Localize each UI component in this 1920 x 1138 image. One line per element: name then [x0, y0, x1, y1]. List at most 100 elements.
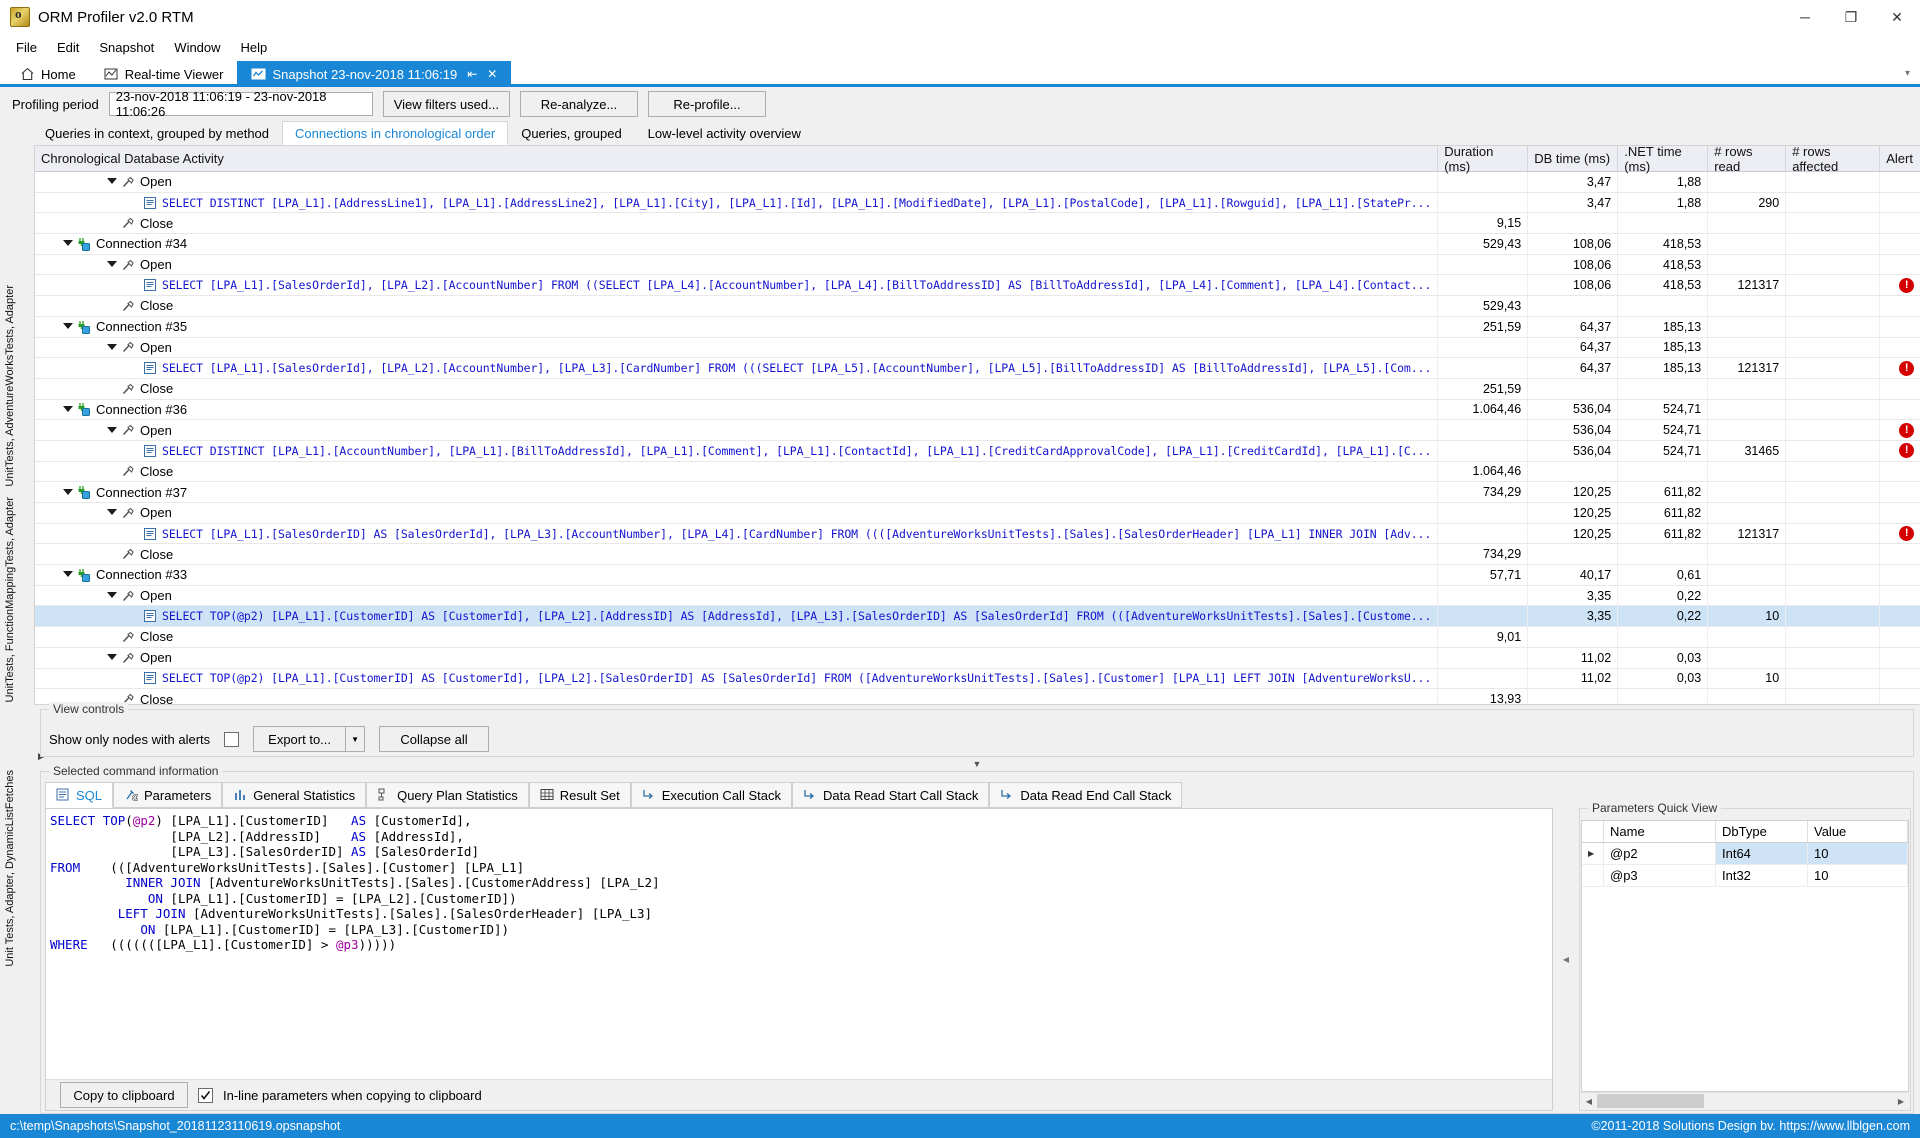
pqv-scroll-right-icon[interactable]: ▶: [1893, 1097, 1909, 1106]
table-row[interactable]: Close 734,29: [35, 544, 1920, 566]
copy-to-clipboard-button[interactable]: Copy to clipboard: [60, 1082, 188, 1108]
table-row[interactable]: SELECT TOP(@p2) [LPA_L1].[CustomerID] AS…: [35, 668, 1920, 690]
expander-icon[interactable]: [63, 488, 73, 497]
table-row[interactable]: Open 536,04 524,71!: [35, 420, 1920, 441]
tab-home[interactable]: Home: [6, 61, 90, 87]
menu-item-file[interactable]: File: [6, 37, 47, 58]
rail-item-functionmappingtests[interactable]: UnitTests, FunctionMappingTests, Adapter: [4, 497, 16, 702]
export-to-button[interactable]: Export to... ▼: [253, 726, 366, 752]
view-filters-used-button[interactable]: View filters used...: [382, 91, 510, 117]
pqv-column-header-value[interactable]: Value: [1808, 821, 1908, 842]
tab-low-level-activity[interactable]: Low-level activity overview: [635, 121, 814, 145]
column-header-rows-read[interactable]: # rows read: [1708, 144, 1787, 174]
expander-icon[interactable]: [107, 508, 117, 517]
expander-icon[interactable]: [63, 405, 73, 414]
expander-icon[interactable]: [107, 260, 117, 269]
menu-item-window[interactable]: Window: [164, 37, 230, 58]
column-header-duration[interactable]: Duration (ms): [1438, 144, 1529, 174]
table-row[interactable]: Connection #36 1.064,46 536,04 524,71: [35, 399, 1920, 421]
table-row[interactable]: SELECT [LPA_L1].[SalesOrderId], [LPA_L2]…: [35, 358, 1920, 379]
alert-icon[interactable]: !: [1899, 443, 1915, 459]
column-header-activity[interactable]: Chronological Database Activity: [35, 146, 1439, 171]
expander-icon[interactable]: [63, 239, 73, 248]
table-row[interactable]: Open 64,37 185,13: [35, 337, 1920, 359]
pqv-row[interactable]: ▶ @p2 Int64 10: [1582, 843, 1908, 865]
inline-parameters-checkbox[interactable]: [198, 1087, 213, 1103]
rail-item-dynamiclistfetches[interactable]: Unit Tests, Adapter, DynamicListFetches: [4, 770, 16, 967]
maximize-icon[interactable]: ❐: [1828, 0, 1874, 34]
alert-icon[interactable]: !: [1899, 526, 1915, 542]
command-info-tab-parameters[interactable]: @ Parameters: [113, 782, 223, 808]
expander-icon[interactable]: [107, 343, 117, 352]
table-row[interactable]: Open 108,06 418,53: [35, 254, 1920, 276]
table-row[interactable]: Close 251,59: [35, 378, 1920, 400]
pqv-scroll-left-icon[interactable]: ◀: [1581, 1097, 1597, 1106]
expander-icon[interactable]: [107, 426, 117, 435]
alert-icon[interactable]: !: [1899, 277, 1915, 293]
expander-icon[interactable]: [107, 591, 117, 600]
show-only-alerts-checkbox[interactable]: [224, 731, 240, 747]
column-header-dbtime[interactable]: DB time (ms): [1528, 146, 1619, 171]
table-row[interactable]: Connection #34 529,43 108,06 418,53: [35, 234, 1920, 255]
close-icon[interactable]: ✕: [1874, 0, 1920, 34]
command-info-tab-query-plan-statistics[interactable]: Query Plan Statistics: [366, 782, 529, 808]
copyright-text[interactable]: ©2011-2018 Solutions Design bv. https://…: [1591, 1119, 1910, 1133]
table-row[interactable]: SELECT DISTINCT [LPA_L1].[AccountNumber]…: [35, 440, 1920, 462]
tab-queries-grouped[interactable]: Queries, grouped: [508, 121, 634, 145]
table-row[interactable]: SELECT [LPA_L1].[SalesOrderID] AS [Sales…: [35, 523, 1920, 545]
pqv-column-header-name[interactable]: Name: [1604, 821, 1716, 842]
table-row[interactable]: SELECT TOP(@p2) [LPA_L1].[CustomerID] AS…: [35, 606, 1920, 628]
table-row[interactable]: Close 9,15: [35, 213, 1920, 235]
tab-queries-in-context[interactable]: Queries in context, grouped by method: [32, 121, 282, 145]
table-row[interactable]: Open 3,35 0,22: [35, 585, 1920, 607]
sql-pane-splitter[interactable]: ◀: [1559, 808, 1573, 1111]
re-profile-button[interactable]: Re-profile...: [647, 91, 766, 117]
table-row[interactable]: Close 1.064,46: [35, 461, 1920, 483]
table-row[interactable]: Close 9,01: [35, 627, 1920, 648]
column-header-alert[interactable]: Alert: [1880, 146, 1920, 171]
rail-item-adventureworkstests[interactable]: UnitTests, AdventureWorksTests, Adapter: [4, 285, 16, 487]
command-info-tab-data-read-end-call-stack[interactable]: Data Read End Call Stack: [989, 782, 1183, 808]
sql-code-view[interactable]: SELECT TOP(@p2) [LPA_L1].[CustomerID] AS…: [46, 809, 1552, 1079]
pin-icon[interactable]: ⇤: [467, 67, 477, 81]
profiling-period-value[interactable]: 23-nov-2018 11:06:19 - 23-nov-2018 11:06…: [108, 89, 373, 119]
command-info-tab-execution-call-stack[interactable]: Execution Call Stack: [630, 782, 792, 808]
expander-icon[interactable]: [107, 653, 117, 662]
minimize-icon[interactable]: ─: [1782, 0, 1828, 34]
table-row[interactable]: SELECT DISTINCT [LPA_L1].[AddressLine1],…: [35, 192, 1920, 214]
collapse-all-button[interactable]: Collapse all: [379, 726, 490, 752]
command-info-tab-general-statistics[interactable]: General Statistics: [222, 782, 367, 808]
menu-item-edit[interactable]: Edit: [47, 37, 89, 58]
alert-icon[interactable]: !: [1899, 360, 1915, 376]
pqv-horizontal-scrollbar[interactable]: ◀ ▶: [1581, 1092, 1909, 1109]
table-row[interactable]: Connection #37 734,29 120,25 611,82: [35, 482, 1920, 503]
expander-icon[interactable]: [107, 177, 117, 186]
tab-snapshot[interactable]: Snapshot 23-nov-2018 11:06:19 ⇤ ✕: [237, 61, 512, 87]
pqv-column-header-dbtype[interactable]: DbType: [1716, 821, 1808, 842]
command-info-tab-data-read-start-call-stack[interactable]: Data Read Start Call Stack: [791, 782, 990, 808]
column-header-rows-affected[interactable]: # rows affected: [1786, 144, 1881, 174]
pqv-row[interactable]: @p3 Int32 10: [1582, 865, 1908, 887]
table-row[interactable]: Open 11,02 0,03: [35, 647, 1920, 669]
re-analyze-button[interactable]: Re-analyze...: [519, 91, 638, 117]
chevron-down-icon[interactable]: ▼: [345, 727, 364, 751]
table-row[interactable]: Connection #33 57,71 40,17 0,61: [35, 565, 1920, 586]
menu-item-help[interactable]: Help: [231, 37, 278, 58]
table-row[interactable]: Close 529,43: [35, 296, 1920, 317]
splitter-collapse-icon[interactable]: ▼: [34, 757, 1920, 771]
alert-icon[interactable]: !: [1899, 422, 1915, 438]
table-row[interactable]: Open 120,25 611,82: [35, 503, 1920, 524]
table-row[interactable]: SELECT [LPA_L1].[SalesOrderId], [LPA_L2]…: [35, 275, 1920, 297]
table-row[interactable]: Open 3,47 1,88: [35, 172, 1920, 193]
expander-icon[interactable]: [63, 322, 73, 331]
table-row[interactable]: Connection #35 251,59 64,37 185,13: [35, 316, 1920, 338]
table-row[interactable]: Close 13,93: [35, 689, 1920, 704]
tab-close-icon[interactable]: ✕: [487, 67, 497, 81]
menu-item-snapshot[interactable]: Snapshot: [89, 37, 164, 58]
command-info-tab-result-set[interactable]: Result Set: [528, 782, 631, 808]
command-info-tab-sql[interactable]: SQL: [45, 782, 114, 808]
expander-icon[interactable]: [63, 570, 73, 579]
column-header-nettime[interactable]: .NET time (ms): [1618, 144, 1709, 174]
tab-connections-chronological[interactable]: Connections in chronological order: [282, 121, 509, 145]
tab-realtime-viewer[interactable]: Real-time Viewer: [90, 61, 238, 87]
